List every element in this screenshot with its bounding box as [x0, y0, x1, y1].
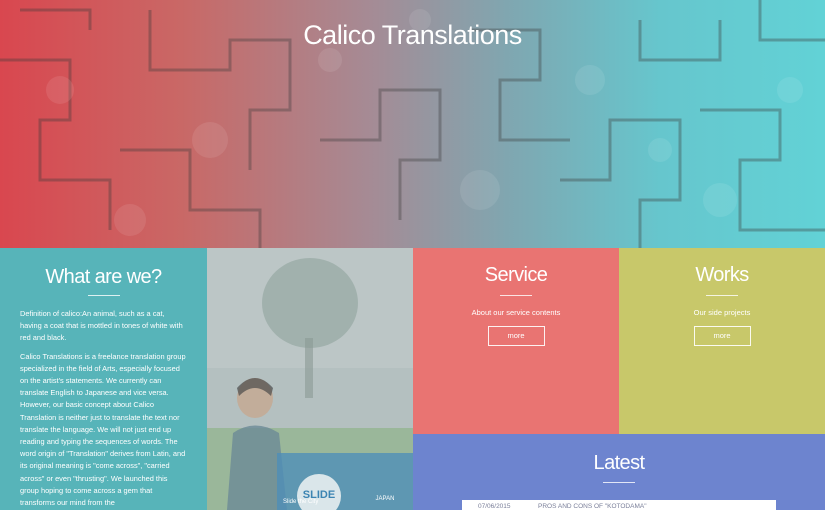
news-list-item[interactable]: 07/06/2015 PROS AND CONS OF "KOTODAMA": [462, 500, 776, 510]
tree-canopy: [262, 258, 358, 348]
sign-right-text: JAPAN: [376, 496, 395, 502]
what-paragraph-1: Definition of calico:An animal, such as …: [20, 309, 183, 343]
news-title-link[interactable]: PROS AND CONS OF "KOTODAMA": [538, 500, 647, 510]
photo-panel: SLIDE Slide the City JAPAN: [207, 248, 413, 510]
works-panel: Works Our side projects more: [619, 248, 825, 434]
works-more-button[interactable]: more: [693, 326, 751, 346]
what-paragraph-2: Calico Translations is a freelance trans…: [20, 351, 186, 508]
service-panel: Service About our service contents more: [413, 248, 619, 434]
latest-panel: Latest 07/06/2015 PROS AND CONS OF "KOTO…: [413, 434, 825, 510]
site-title: Calico Translations: [303, 20, 522, 50]
event-photo: SLIDE Slide the City JAPAN: [207, 248, 413, 510]
what-body: Definition of calico:An animal, such as …: [0, 296, 207, 509]
service-divider: [500, 295, 532, 296]
service-subtitle: About our service contents: [471, 308, 561, 317]
service-more-button[interactable]: more: [487, 326, 545, 346]
sign-sub-text: Slide the City: [283, 499, 318, 505]
service-title: Service: [484, 264, 548, 286]
what-are-we-panel: What are we? Definition of calico:An ani…: [0, 248, 207, 510]
works-title: Works: [695, 264, 749, 286]
works-divider: [706, 295, 738, 296]
latest-title: Latest: [593, 452, 645, 474]
works-subtitle: Our side projects: [693, 308, 751, 317]
news-date: 07/06/2015: [478, 503, 511, 510]
what-title: What are we?: [45, 266, 162, 288]
hero-banner: Calico Translations: [0, 0, 825, 248]
latest-divider: [603, 482, 635, 483]
